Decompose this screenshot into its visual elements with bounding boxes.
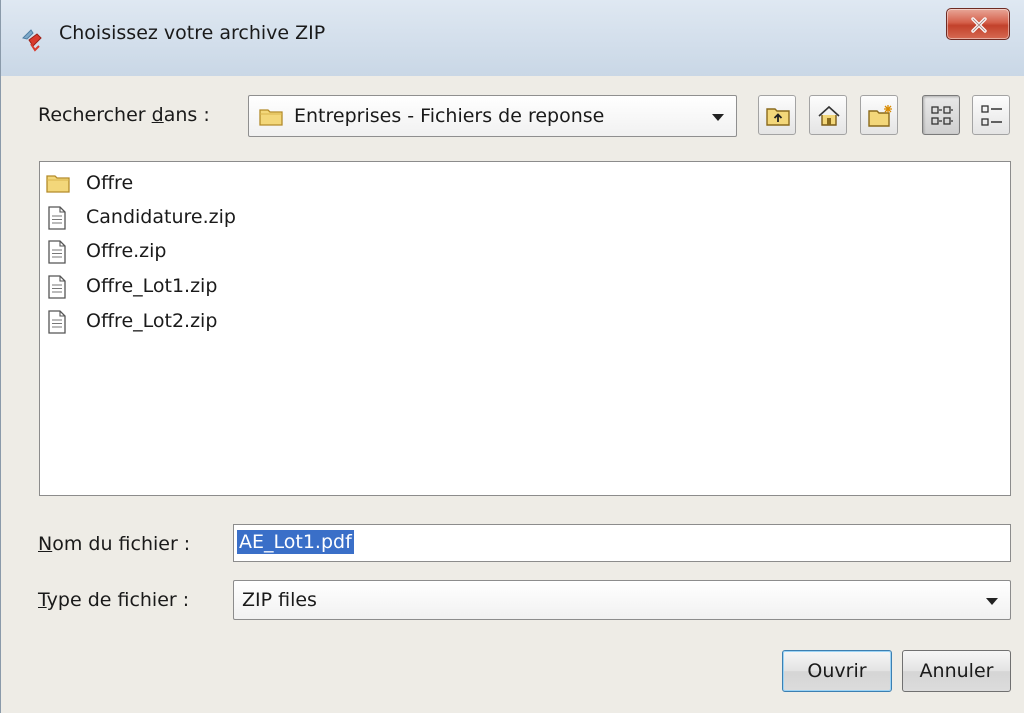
view-details-button[interactable] [972,95,1010,135]
up-folder-icon [766,108,790,126]
chevron-down-icon [986,598,998,605]
up-folder-button[interactable] [758,95,796,135]
filename-label: Nom du fichier : [38,533,191,555]
window-title: Choisissez votre archive ZIP [59,22,326,44]
file-icon [48,240,66,264]
folder-icon [46,175,70,193]
file-name: Offre [86,172,134,194]
filetype-value: ZIP files [242,589,317,611]
lookin-label: Rechercher dans : [38,104,210,126]
file-list[interactable]: Offre Candidature.zip Offre.zip Offre_Lo… [39,161,1011,496]
view-details-icon [981,105,1002,126]
close-icon [971,17,987,33]
file-name: Candidature.zip [86,206,236,228]
lookin-combo[interactable]: Entreprises - Fichiers de reponse [248,95,737,137]
view-list-button[interactable] [922,95,960,135]
file-name: Offre_Lot1.zip [86,275,218,297]
filetype-combo[interactable]: ZIP files [233,580,1011,620]
filetype-label: Type de fichier : [38,589,190,611]
home-icon [818,105,840,126]
open-button[interactable]: Ouvrir [782,650,892,692]
home-button[interactable] [809,95,847,135]
chevron-down-icon [712,114,724,121]
title-bar[interactable]: Choisissez votre archive ZIP [1,0,1024,76]
folder-icon [259,109,283,126]
cancel-button[interactable]: Annuler [902,650,1011,692]
close-button[interactable] [946,8,1010,40]
file-icon [48,206,66,230]
file-name: Offre.zip [86,240,167,262]
file-icon [48,275,66,299]
file-chooser-dialog: Choisissez votre archive ZIP Rechercher … [0,0,1024,713]
new-folder-icon [868,105,892,127]
app-icon [22,29,42,52]
filename-field[interactable]: AE_Lot1.pdf [233,524,1011,562]
lookin-value: Entreprises - Fichiers de reponse [294,105,605,127]
new-folder-button[interactable] [860,95,898,135]
filename-value: AE_Lot1.pdf [237,530,354,554]
file-icon [48,310,66,334]
file-name: Offre_Lot2.zip [86,310,218,332]
view-list-icon [931,106,953,125]
